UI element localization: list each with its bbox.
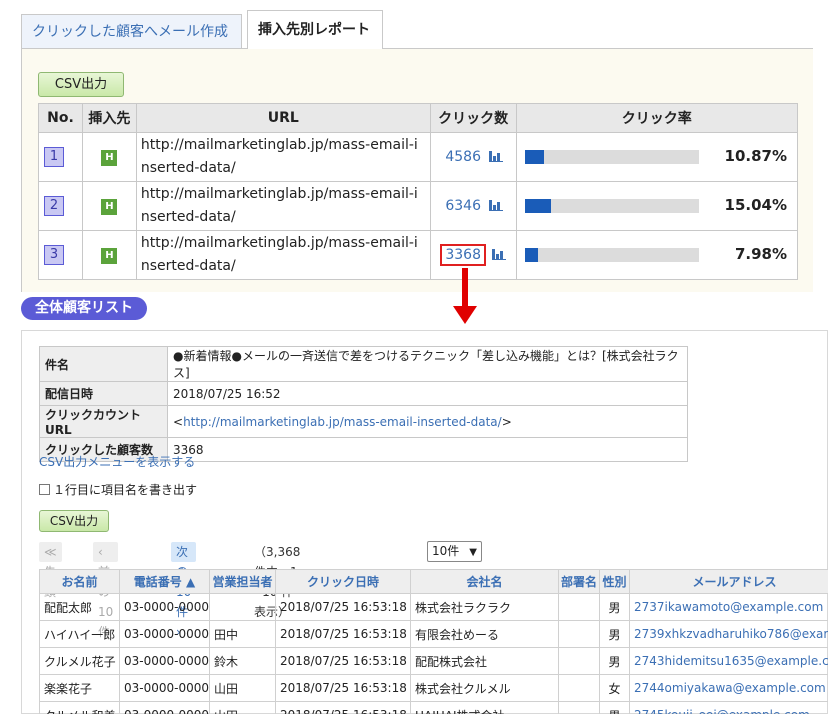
col-click-date[interactable]: クリック日時: [275, 569, 411, 594]
col-rep[interactable]: 営業担当者: [209, 569, 276, 594]
col-url: URL: [135, 103, 431, 133]
down-arrow-shaft: [462, 268, 468, 310]
email-link[interactable]: 2745kouji_ooi@example.com: [629, 701, 828, 714]
row-number-badge[interactable]: 2: [44, 196, 64, 216]
url-cell: http://mailmarketinglab.jp/mass-email-i n…: [135, 181, 431, 231]
html-part-icon: H: [101, 150, 118, 166]
click-rate-cell: 10.87%: [515, 132, 799, 182]
bar-chart-icon[interactable]: [491, 249, 506, 260]
click-rate-cell: 7.98%: [515, 230, 799, 280]
per-page-select[interactable]: 10件 ▼: [427, 541, 482, 562]
chevron-down-icon: ▼: [469, 547, 477, 558]
col-clicks: クリック数: [429, 103, 517, 133]
rate-bar: [524, 199, 699, 213]
pager-prev-button[interactable]: ‹ 前の10件: [93, 542, 119, 639]
insert-report-table: No. 挿入先 URL クリック数 クリック率 1 H http://mailm…: [38, 103, 799, 280]
col-dept[interactable]: 部署名: [558, 569, 600, 594]
email-link[interactable]: 2737ikawamoto@example.com: [629, 593, 828, 621]
click-count-link[interactable]: 6346: [443, 197, 483, 215]
customer-csv-export-button[interactable]: CSV出力: [39, 510, 109, 532]
email-link[interactable]: 2743hidemitsu1635@example.co: [629, 647, 828, 675]
header-row-checkbox[interactable]: [39, 484, 50, 495]
col-gender[interactable]: 性別: [599, 569, 630, 594]
url-cell: http://mailmarketinglab.jp/mass-email-i n…: [135, 132, 431, 182]
info-row-url: クリックカウントURL <http://mailmarketinglab.jp/…: [39, 405, 688, 438]
rate-bar: [524, 150, 699, 164]
customer-list-label: 全体顧客リスト: [21, 297, 147, 320]
table-row: 3 H http://mailmarketinglab.jp/mass-emai…: [38, 230, 799, 280]
down-arrow-icon: [453, 306, 477, 324]
col-phone[interactable]: 電話番号 ▲: [119, 569, 210, 594]
email-link[interactable]: 2744omiyakawa@example.com: [629, 674, 828, 702]
rate-value: 15.04%: [724, 196, 787, 214]
col-no: No.: [38, 103, 83, 133]
table-row: 2 H http://mailmarketinglab.jp/mass-emai…: [38, 181, 799, 231]
subject-value: ●新着情報●メールの一斉送信で差をつけるテクニック「差し込み機能」とは？[株式会…: [167, 346, 688, 382]
pager-first-button[interactable]: ≪先頭: [39, 542, 62, 599]
customer-header-row: お名前 電話番号 ▲ 営業担当者 クリック日時 会社名 部署名 性別 メールアド…: [39, 569, 828, 594]
table-row: ハイハイ一郎 03-0000-0000 田中 2018/07/25 16:53:…: [39, 620, 828, 648]
report-header-row: No. 挿入先 URL クリック数 クリック率: [38, 103, 799, 133]
rate-value: 10.87%: [724, 147, 787, 165]
bar-chart-icon[interactable]: [488, 151, 503, 162]
html-part-icon: H: [101, 248, 118, 264]
row-number-badge[interactable]: 3: [44, 245, 64, 265]
customer-table: お名前 電話番号 ▲ 営業担当者 クリック日時 会社名 部署名 性別 メールアド…: [39, 569, 828, 714]
bar-chart-icon[interactable]: [488, 200, 503, 211]
col-rate: クリック率: [515, 103, 799, 133]
email-link[interactable]: 2739xhkzvadharuhiko786@exam: [629, 620, 828, 648]
click-count-link-highlighted[interactable]: 3368: [440, 244, 486, 266]
info-row-count: クリックした顧客数 3368: [39, 437, 688, 462]
screenshot-frame: クリックした顧客へメール作成 挿入先別レポート CSV出力 No. 挿入先 UR…: [0, 0, 828, 714]
csv-export-button[interactable]: CSV出力: [38, 72, 124, 97]
clicked-count-value: 3368: [167, 437, 688, 462]
pager-next-button[interactable]: 次の10件 ›: [171, 542, 197, 639]
header-row-checkbox-label[interactable]: １行目に項目名を書き出す: [53, 483, 197, 497]
rate-bar-fill: [524, 248, 539, 262]
click-url-link[interactable]: http://mailmarketinglab.jp/mass-email-in…: [183, 415, 502, 429]
click-url-value: <http://mailmarketinglab.jp/mass-email-i…: [167, 405, 688, 438]
rate-bar-fill: [524, 150, 544, 164]
info-row-subject: 件名 ●新着情報●メールの一斉送信で差をつけるテクニック「差し込み機能」とは？[…: [39, 346, 688, 382]
html-part-icon: H: [101, 199, 118, 215]
click-rate-cell: 15.04%: [515, 181, 799, 231]
tab-create-mail[interactable]: クリックした顧客へメール作成: [21, 14, 242, 49]
click-count-link[interactable]: 4586: [443, 148, 483, 166]
customer-list-panel: [21, 330, 828, 714]
row-number-badge[interactable]: 1: [44, 147, 64, 167]
col-company[interactable]: 会社名: [410, 569, 559, 594]
url-cell: http://mailmarketinglab.jp/mass-email-i n…: [135, 230, 431, 280]
info-row-date: 配信日時 2018/07/25 16:52: [39, 381, 688, 406]
rate-bar-fill: [524, 199, 551, 213]
table-row: クルメル和美 03-0000-0000 山田 2018/07/25 16:53:…: [39, 701, 828, 714]
mail-info-table: 件名 ●新着情報●メールの一斉送信で差をつけるテクニック「差し込み機能」とは？[…: [39, 346, 688, 462]
table-row: 配配太郎 03-0000-0000 2018/07/25 16:53:18 株式…: [39, 593, 828, 621]
col-name[interactable]: お名前: [39, 569, 120, 594]
pager-info: （3,368 件中 1 - 10 件表示）: [254, 545, 301, 619]
send-date-value: 2018/07/25 16:52: [167, 381, 688, 406]
table-row: 1 H http://mailmarketinglab.jp/mass-emai…: [38, 132, 799, 182]
header-row-option: １行目に項目名を書き出す: [39, 481, 197, 498]
col-insert: 挿入先: [81, 103, 137, 133]
insert-report-area: クリックした顧客へメール作成 挿入先別レポート CSV出力 No. 挿入先 UR…: [0, 0, 828, 292]
table-row: クルメル花子 03-0000-0000 鈴木 2018/07/25 16:53:…: [39, 647, 828, 675]
csv-menu-link[interactable]: CSV出力メニューを表示する: [39, 453, 195, 470]
tab-insert-report[interactable]: 挿入先別レポート: [247, 10, 383, 49]
rate-bar: [524, 248, 699, 262]
report-panel: [21, 48, 813, 292]
table-row: 楽楽花子 03-0000-0000 山田 2018/07/25 16:53:18…: [39, 674, 828, 702]
rate-value: 7.98%: [734, 245, 787, 263]
col-email[interactable]: メールアドレス: [629, 569, 828, 594]
